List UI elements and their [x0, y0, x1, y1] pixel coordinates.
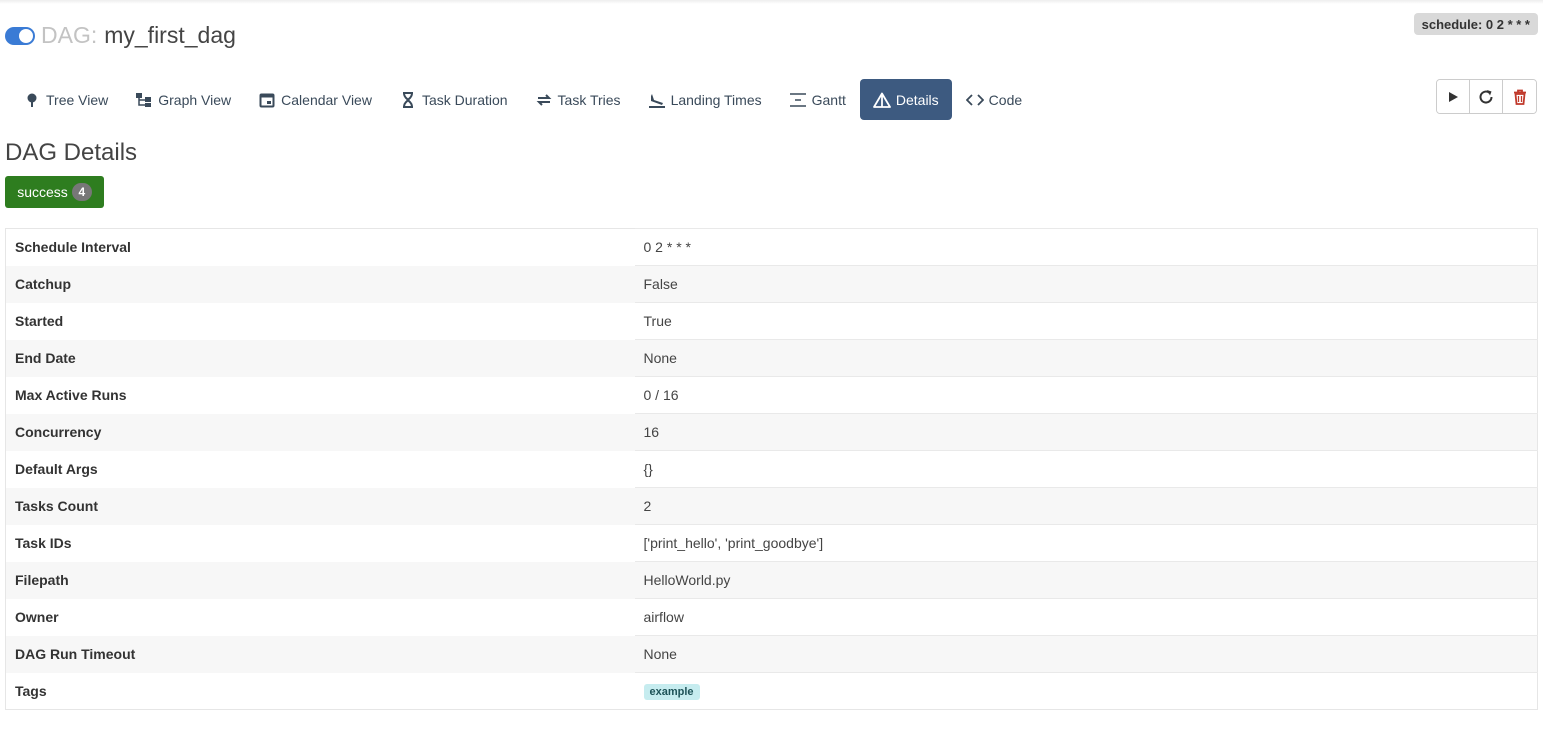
detail-value: 0 2 * * *: [634, 228, 1538, 266]
tab-label: Task Duration: [421, 91, 508, 108]
detail-value: False: [634, 265, 1538, 303]
trash-icon: [1513, 89, 1526, 105]
tab-graph-view[interactable]: Graph View: [122, 79, 244, 120]
table-row: Task IDs ['print_hello', 'print_goodbye'…: [6, 524, 1538, 562]
detail-value: ['print_hello', 'print_goodbye']: [634, 524, 1538, 562]
table-row: Owner airflow: [6, 598, 1538, 636]
detail-key: DAG Run Timeout: [15, 646, 136, 662]
detail-key: Started: [15, 313, 64, 329]
dag-details-table: Schedule Interval 0 2 * * * Catchup Fals…: [5, 228, 1538, 710]
tab-gantt[interactable]: Gantt: [776, 79, 859, 120]
dag-actions: [1436, 79, 1537, 114]
dag-name: my_first_dag: [104, 22, 236, 48]
detail-value: None: [634, 635, 1538, 673]
dag-prefix: DAG:: [41, 22, 98, 48]
dag-run-state-filter-success[interactable]: success 4: [5, 176, 104, 208]
table-row: Concurrency 16: [5, 413, 1538, 451]
tag-badge[interactable]: example: [643, 684, 700, 700]
tab-task-tries[interactable]: Task Tries: [522, 79, 634, 120]
tab-label: Details: [895, 91, 939, 108]
detail-key: Owner: [15, 609, 59, 625]
table-row: DAG Run Timeout None: [5, 635, 1538, 673]
code-icon: [965, 91, 984, 109]
tab-task-duration[interactable]: Task Duration: [386, 79, 521, 120]
schedule-badge: schedule: 0 2 * * *: [1413, 13, 1538, 35]
table-row: Started True: [6, 302, 1538, 340]
table-row: Tags example: [6, 672, 1538, 710]
table-row: Max Active Runs 0 / 16: [6, 376, 1538, 414]
detail-value: None: [634, 339, 1538, 377]
table-row: End Date None: [5, 339, 1538, 377]
detail-value: True: [634, 302, 1538, 340]
trigger-dag-button[interactable]: [1437, 80, 1470, 113]
refresh-icon: [1479, 89, 1493, 104]
detail-value: 0 / 16: [634, 376, 1538, 414]
table-row: Default Args {}: [6, 450, 1538, 488]
graph-icon: [135, 91, 153, 109]
dag-view-tabs: Tree View Graph View Calendar View Task …: [10, 79, 1036, 120]
tree-icon: [23, 91, 41, 109]
detail-key: Catchup: [15, 276, 71, 292]
detail-key: Schedule Interval: [15, 239, 131, 256]
repeat-icon: [535, 91, 553, 109]
plane-landing-icon: [648, 91, 666, 109]
tab-calendar-view[interactable]: Calendar View: [245, 79, 385, 120]
gantt-icon: [789, 91, 807, 109]
detail-value: 2: [634, 487, 1538, 525]
calendar-icon: [258, 91, 276, 109]
table-row: Tasks Count 2: [5, 487, 1538, 525]
hourglass-icon: [399, 91, 417, 109]
dag-header: DAG: my_first_dag: [5, 22, 236, 49]
toggle-knob: [19, 28, 33, 43]
tab-label: Graph View: [158, 91, 232, 108]
detail-key: Filepath: [15, 572, 69, 588]
tab-label: Code: [988, 91, 1023, 108]
delete-dag-button[interactable]: [1503, 80, 1536, 113]
detail-value: 16: [634, 413, 1538, 451]
tab-tree-view[interactable]: Tree View: [10, 79, 121, 120]
detail-value: airflow: [634, 598, 1538, 636]
tab-label: Gantt: [811, 91, 846, 108]
state-label: success: [17, 184, 68, 200]
warning-triangle-icon: [872, 91, 891, 109]
play-icon: [1449, 91, 1458, 102]
detail-key: Tags: [15, 682, 47, 699]
tab-label: Tree View: [46, 91, 109, 108]
page-title: DAG Details: [5, 139, 138, 166]
detail-value: HelloWorld.py: [634, 561, 1538, 599]
tab-label: Task Tries: [557, 91, 621, 108]
detail-key: Max Active Runs: [15, 387, 127, 403]
table-row: Schedule Interval 0 2 * * *: [6, 228, 1538, 266]
detail-key: Tasks Count: [15, 498, 98, 514]
table-row: Catchup False: [5, 265, 1538, 303]
tab-label: Calendar View: [281, 91, 372, 108]
top-shadow: [0, 0, 1543, 4]
detail-value-tags: example: [634, 672, 1538, 710]
detail-key: Default Args: [15, 461, 98, 477]
tab-details[interactable]: Details: [859, 79, 952, 120]
tab-label: Landing Times: [670, 91, 762, 108]
detail-key: Task IDs: [15, 535, 72, 551]
detail-key: End Date: [15, 350, 76, 366]
table-row: Filepath HelloWorld.py: [5, 561, 1538, 599]
tab-code[interactable]: Code: [953, 79, 1035, 120]
tab-landing-times[interactable]: Landing Times: [635, 79, 775, 120]
dag-pause-toggle[interactable]: [5, 26, 35, 45]
state-count-badge: 4: [71, 183, 92, 201]
detail-key: Concurrency: [15, 424, 102, 440]
refresh-button[interactable]: [1470, 80, 1503, 113]
detail-value: {}: [634, 450, 1538, 488]
